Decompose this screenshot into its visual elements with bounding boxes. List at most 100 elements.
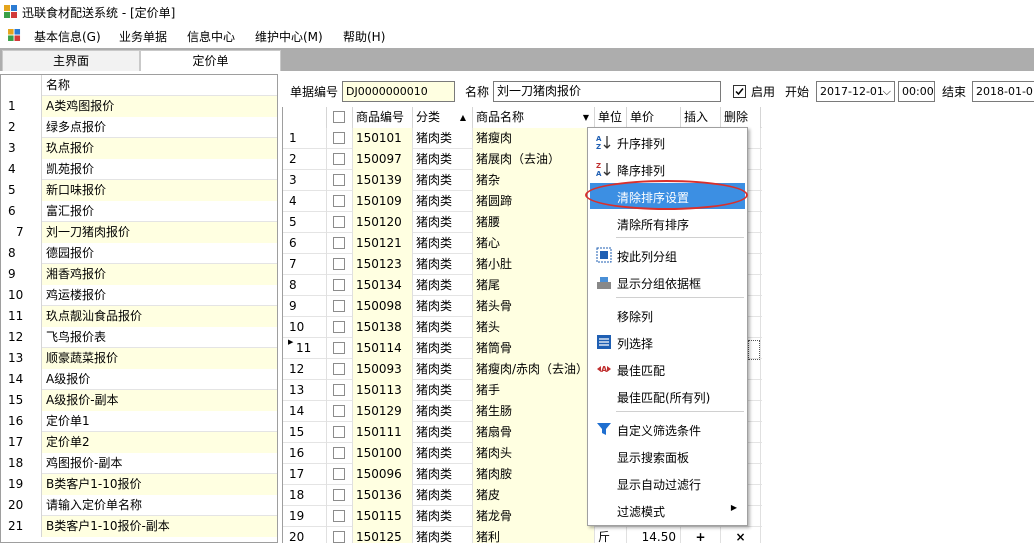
category-cell[interactable]: 猪肉类 [413,191,473,212]
context-menu-item[interactable]: 显示分组依据框 [590,269,745,295]
row-number[interactable]: 7 [1,222,42,243]
menu-info-center[interactable]: 信息中心 [187,28,235,45]
list-item[interactable]: 1 A类鸡图报价 [1,96,277,117]
product-code-cell[interactable]: 150123 [353,254,413,275]
product-code-cell[interactable]: 150120 [353,212,413,233]
start-time-field[interactable]: 00:00 [898,81,935,102]
product-code-cell[interactable]: 150115 [353,506,413,527]
row-number[interactable]: 19 [1,474,42,495]
product-name-cell[interactable]: 猪肉头 [473,443,595,464]
row-number[interactable]: 17 [283,464,327,485]
row-select-cell[interactable] [327,401,353,422]
product-name-cell[interactable]: 猪头骨 [473,296,595,317]
category-cell[interactable]: 猪肉类 [413,506,473,527]
pricing-sheet-name[interactable]: 请输入定价单名称 [42,495,277,516]
row-select-checkbox[interactable] [333,405,345,417]
row-number[interactable]: 18 [1,453,42,474]
row-number[interactable]: 7 [283,254,327,275]
category-cell[interactable]: 猪肉类 [413,485,473,506]
product-name-cell[interactable]: 猪筒骨 [473,338,595,359]
col-header-code[interactable]: 商品编号 [353,107,413,128]
product-name-cell[interactable]: 猪展肉（去油） [473,149,595,170]
product-name-cell[interactable]: 猪生肠 [473,401,595,422]
row-select-checkbox[interactable] [333,447,345,459]
col-header-insert[interactable]: 插入 [681,107,721,128]
context-menu-item[interactable]: 列选择 [590,329,745,355]
row-number[interactable]: 4 [1,159,42,180]
context-menu-item[interactable]: A 最佳匹配 [590,356,745,382]
category-cell[interactable]: 猪肉类 [413,359,473,380]
row-select-checkbox[interactable] [333,384,345,396]
menu-basic-info[interactable]: 基本信息(G) [34,28,101,45]
product-code-cell[interactable]: 150114 [353,338,413,359]
tab-pricing-sheet[interactable]: 定价单 [140,50,281,71]
row-select-checkbox[interactable] [333,195,345,207]
product-code-cell[interactable]: 150093 [353,359,413,380]
list-item[interactable]: 19 B类客户1-10报价 [1,474,277,495]
row-select-cell[interactable] [327,338,353,359]
product-code-cell[interactable]: 150101 [353,128,413,149]
row-number[interactable]: 13 [283,380,327,401]
row-select-cell[interactable] [327,233,353,254]
context-menu-item[interactable]: 最佳匹配(所有列) [590,383,745,409]
category-cell[interactable]: 猪肉类 [413,149,473,170]
row-select-checkbox[interactable] [333,174,345,186]
category-cell[interactable]: 猪肉类 [413,275,473,296]
pricing-sheet-list[interactable]: 名称 1A类鸡图报价2绿多点报价3玖点报价4凯苑报价5新口味报价6富汇报价▶7刘… [0,74,278,543]
list-item[interactable]: 2 绿多点报价 [1,117,277,138]
product-name-cell[interactable]: 猪手 [473,380,595,401]
col-header-delete[interactable]: 删除 [721,107,761,128]
row-number[interactable]: 8 [283,275,327,296]
context-menu-item[interactable]: A Z 升序排列 [590,129,745,155]
product-name-cell[interactable]: 猪腰 [473,212,595,233]
row-select-cell[interactable] [327,317,353,338]
product-name-cell[interactable]: 猪皮 [473,485,595,506]
list-item[interactable]: 17 定价单2 [1,432,277,453]
row-select-cell[interactable] [327,191,353,212]
product-code-cell[interactable]: 150134 [353,275,413,296]
col-header-category[interactable]: 分类 ▲ [413,107,473,128]
row-number[interactable]: 21 [1,516,42,537]
category-cell[interactable]: 猪肉类 [413,212,473,233]
product-code-cell[interactable]: 150096 [353,464,413,485]
pricing-sheet-name[interactable]: 绿多点报价 [42,117,277,138]
pricing-sheet-name[interactable]: 凯苑报价 [42,159,277,180]
row-select-cell[interactable] [327,485,353,506]
row-number[interactable]: 3 [1,138,42,159]
pricing-sheet-name[interactable]: 新口味报价 [42,180,277,201]
row-number[interactable]: 20 [283,527,327,543]
row-select-checkbox[interactable] [333,510,345,522]
product-name-cell[interactable]: 猪瘦肉/赤肉（去油） [473,359,595,380]
product-code-cell[interactable]: 150138 [353,317,413,338]
context-menu-item[interactable]: Z A 降序排列 [590,156,745,182]
pricing-sheet-name[interactable]: 飞鸟报价表 [42,327,277,348]
filter-dropdown-icon[interactable]: ▼ [583,107,589,128]
product-name-cell[interactable]: 猪瘦肉 [473,128,595,149]
row-select-cell[interactable] [327,527,353,543]
product-code-cell[interactable]: 150097 [353,149,413,170]
product-code-cell[interactable]: 150121 [353,233,413,254]
row-number[interactable]: 6 [1,201,42,222]
row-number[interactable]: 3 [283,170,327,191]
select-all-checkbox[interactable] [333,111,345,123]
product-name-cell[interactable]: 猪心 [473,233,595,254]
row-number[interactable]: 9 [1,264,42,285]
list-item[interactable]: 6 富汇报价 [1,201,277,222]
product-code-cell[interactable]: 150125 [353,527,413,543]
row-select-cell[interactable] [327,275,353,296]
product-name-cell[interactable]: 猪头 [473,317,595,338]
list-item[interactable]: 14 A级报价 [1,369,277,390]
row-select-cell[interactable] [327,443,353,464]
pricing-sheet-name[interactable]: 顺豪蔬菜报价 [42,348,277,369]
list-item[interactable]: 3 玖点报价 [1,138,277,159]
row-select-checkbox[interactable] [333,258,345,270]
row-select-checkbox[interactable] [333,237,345,249]
row-select-cell[interactable] [327,149,353,170]
row-select-cell[interactable] [327,296,353,317]
list-item[interactable]: 18 鸡图报价-副本 [1,453,277,474]
pricing-sheet-name[interactable]: A级报价-副本 [42,390,277,411]
list-item[interactable]: ▶7刘一刀猪肉报价 [1,222,277,243]
price-cell[interactable]: 14.50 [627,527,681,543]
delete-button[interactable]: × [721,527,761,543]
context-menu-item[interactable]: 按此列分组 [590,242,745,268]
